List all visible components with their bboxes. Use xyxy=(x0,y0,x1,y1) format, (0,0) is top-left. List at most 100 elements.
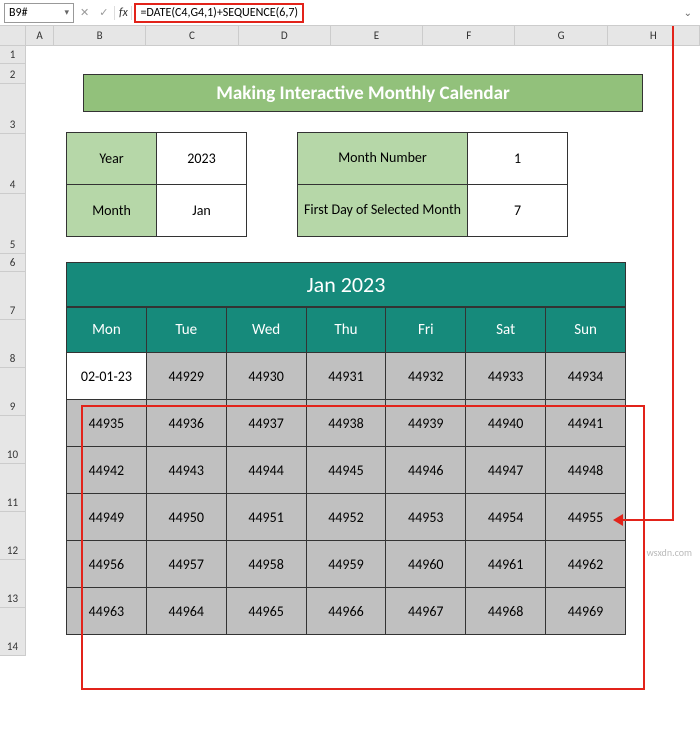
month-value-cell[interactable]: Jan xyxy=(157,185,247,237)
row-header-2[interactable]: 2 xyxy=(0,64,26,84)
row-header-11[interactable]: 11 xyxy=(0,464,26,512)
row-header-13[interactable]: 13 xyxy=(0,560,26,608)
row-header-4[interactable]: 4 xyxy=(0,134,26,194)
calendar-cell[interactable]: 44967 xyxy=(386,588,466,635)
row-header-6[interactable]: 6 xyxy=(0,254,26,272)
col-header-c[interactable]: C xyxy=(146,26,238,45)
check-icon[interactable]: ✓ xyxy=(95,6,112,19)
cancel-icon[interactable]: ✕ xyxy=(76,6,93,19)
table-row: 44956449574495844959449604496144962 xyxy=(67,541,626,588)
calendar-cell[interactable]: 44954 xyxy=(466,494,546,541)
calendar-cell[interactable]: 44951 xyxy=(226,494,306,541)
col-header-e[interactable]: E xyxy=(331,26,423,45)
year-value-cell[interactable]: 2023 xyxy=(157,133,247,185)
col-header-g[interactable]: G xyxy=(515,26,607,45)
calendar-cell[interactable]: 44941 xyxy=(546,400,626,447)
calendar-cell[interactable]: 44942 xyxy=(67,447,147,494)
col-header-d[interactable]: D xyxy=(239,26,331,45)
calendar-cell[interactable]: 44938 xyxy=(306,400,386,447)
calendar-cell[interactable]: 44934 xyxy=(546,353,626,400)
row-header-14[interactable]: 14 xyxy=(0,608,26,656)
calendar-cell[interactable]: 44957 xyxy=(146,541,226,588)
calendar-cell[interactable]: 44943 xyxy=(146,447,226,494)
calendar-cell[interactable]: 44935 xyxy=(67,400,147,447)
name-box-text: B9# xyxy=(9,6,28,20)
month-label-cell[interactable]: Month xyxy=(67,185,157,237)
firstday-value-cell[interactable]: 7 xyxy=(468,185,568,237)
row-header-3[interactable]: 3 xyxy=(0,84,26,134)
day-header-mon[interactable]: Mon xyxy=(67,308,147,353)
calendar-cell[interactable]: 44961 xyxy=(466,541,546,588)
calendar-cell[interactable]: 44949 xyxy=(67,494,147,541)
year-label-cell[interactable]: Year xyxy=(67,133,157,185)
calendar-header-row: Mon Tue Wed Thu Fri Sat Sun xyxy=(67,308,626,353)
spreadsheet-grid: A B C D E F G H 1 2 3 4 5 6 7 8 9 10 11 … xyxy=(0,26,700,635)
calendar-cell[interactable]: 44966 xyxy=(306,588,386,635)
col-header-b[interactable]: B xyxy=(54,26,146,45)
col-header-f[interactable]: F xyxy=(423,26,515,45)
calendar-cell[interactable]: 44930 xyxy=(226,353,306,400)
row-header-12[interactable]: 12 xyxy=(0,512,26,560)
calendar-cell[interactable]: 44968 xyxy=(466,588,546,635)
day-header-sat[interactable]: Sat xyxy=(466,308,546,353)
calendar-cell[interactable]: 44965 xyxy=(226,588,306,635)
expand-formula-bar-icon[interactable]: ⌄ xyxy=(680,6,696,19)
day-header-tue[interactable]: Tue xyxy=(146,308,226,353)
table-row: First Day of Selected Month 7 xyxy=(298,185,568,237)
calendar-cell[interactable]: 44964 xyxy=(146,588,226,635)
calendar-cell[interactable]: 44956 xyxy=(67,541,147,588)
row-header-10[interactable]: 10 xyxy=(0,416,26,464)
calendar-title[interactable]: Jan 2023 xyxy=(66,262,626,307)
calendar-cell[interactable]: 44962 xyxy=(546,541,626,588)
calendar-cell[interactable]: 44939 xyxy=(386,400,466,447)
calendar-cell[interactable]: 44937 xyxy=(226,400,306,447)
calendar-cell[interactable]: 44945 xyxy=(306,447,386,494)
calendar-cell[interactable]: 44958 xyxy=(226,541,306,588)
day-header-wed[interactable]: Wed xyxy=(226,308,306,353)
calendar-cell[interactable]: 44948 xyxy=(546,447,626,494)
row-header-9[interactable]: 9 xyxy=(0,368,26,416)
row-header-1[interactable]: 1 xyxy=(0,46,26,64)
col-header-h[interactable]: H xyxy=(608,26,700,45)
calendar-cell[interactable]: 44960 xyxy=(386,541,466,588)
calendar-cell[interactable]: 44963 xyxy=(67,588,147,635)
row-header-7[interactable]: 7 xyxy=(0,272,26,320)
formula-text: =DATE(C4,G4,1)+SEQUENCE(6,7) xyxy=(140,6,298,20)
calendar-cell[interactable]: 44946 xyxy=(386,447,466,494)
calendar-body: 02-01-2344929449304493144932449334493444… xyxy=(67,353,626,635)
fx-icon[interactable]: fx xyxy=(114,6,132,20)
firstday-label-cell[interactable]: First Day of Selected Month xyxy=(298,185,468,237)
monthnum-label-cell[interactable]: Month Number xyxy=(298,133,468,185)
name-box[interactable]: B9# ▾ xyxy=(4,3,74,23)
table-row: 44942449434494444945449464494744948 xyxy=(67,447,626,494)
calendar-table: Mon Tue Wed Thu Fri Sat Sun 02-01-234492… xyxy=(66,307,626,635)
calendar-cell[interactable]: 44952 xyxy=(306,494,386,541)
calendar-cell[interactable]: 44947 xyxy=(466,447,546,494)
chevron-down-icon[interactable]: ▾ xyxy=(64,7,69,18)
info-tables-row: Year 2023 Month Jan Month Number 1 First… xyxy=(66,132,690,237)
calendar-cell[interactable]: 02-01-23 xyxy=(67,353,147,400)
col-header-a[interactable]: A xyxy=(26,26,54,45)
day-header-thu[interactable]: Thu xyxy=(306,308,386,353)
calendar-cell[interactable]: 44969 xyxy=(546,588,626,635)
calendar-cell[interactable]: 44929 xyxy=(146,353,226,400)
watermark: wsxdn.com xyxy=(647,546,692,559)
day-header-fri[interactable]: Fri xyxy=(386,308,466,353)
row-header-8[interactable]: 8 xyxy=(0,320,26,368)
calendar-cell[interactable]: 44933 xyxy=(466,353,546,400)
calendar-cell[interactable]: 44950 xyxy=(146,494,226,541)
page-title[interactable]: Making Interactive Monthly Calendar xyxy=(83,74,643,112)
row-header-5[interactable]: 5 xyxy=(0,194,26,254)
select-all-corner[interactable] xyxy=(0,26,26,45)
calendar-cell[interactable]: 44932 xyxy=(386,353,466,400)
calendar-cell[interactable]: 44959 xyxy=(306,541,386,588)
calendar-cell[interactable]: 44953 xyxy=(386,494,466,541)
calendar-cell[interactable]: 44940 xyxy=(466,400,546,447)
year-month-table: Year 2023 Month Jan xyxy=(66,132,247,237)
day-header-sun[interactable]: Sun xyxy=(546,308,626,353)
monthnum-value-cell[interactable]: 1 xyxy=(468,133,568,185)
calendar-cell[interactable]: 44936 xyxy=(146,400,226,447)
calendar-cell[interactable]: 44931 xyxy=(306,353,386,400)
formula-bar[interactable]: =DATE(C4,G4,1)+SEQUENCE(6,7) xyxy=(134,3,304,23)
calendar-cell[interactable]: 44944 xyxy=(226,447,306,494)
